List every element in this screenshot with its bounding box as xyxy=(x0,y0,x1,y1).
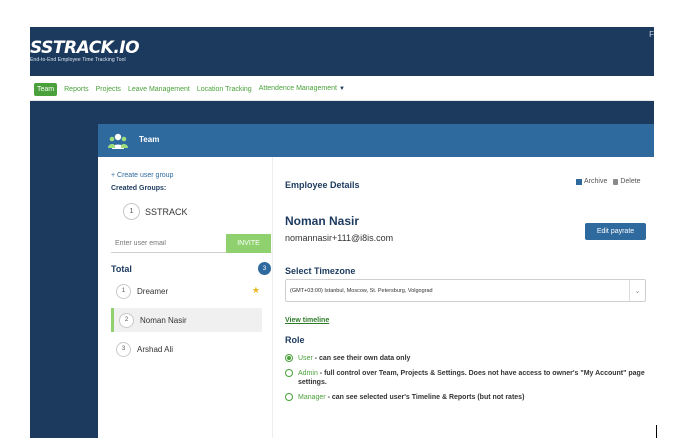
created-groups-label: Created Groups: xyxy=(111,185,167,192)
delete-label: Delete xyxy=(620,178,641,185)
total-label: Total xyxy=(111,264,132,274)
member-item-noman-nasir[interactable]: 2 Noman Nasir xyxy=(111,308,262,332)
group-item[interactable]: 1 SSTRACK xyxy=(123,203,188,220)
chevron-down-icon: ▼ xyxy=(338,86,345,92)
logo[interactable]: SSTRACK.IO xyxy=(30,39,140,57)
role-description: - full control over Team, Projects & Set… xyxy=(298,370,645,386)
text-cursor xyxy=(656,425,657,438)
timezone-value: (GMT+03:00) Istanbul, Moscow, St. Peters… xyxy=(290,287,433,294)
member-item-dreamer[interactable]: 1 Dreamer ★ xyxy=(111,279,262,303)
panel-header: Team xyxy=(98,124,654,157)
role-radio-admin[interactable] xyxy=(285,369,293,377)
nav-team[interactable]: Team xyxy=(34,82,58,96)
employee-details-heading: Employee Details xyxy=(285,180,360,190)
archive-label: Archive xyxy=(584,178,608,185)
role-description: - can see their own data only xyxy=(312,355,411,362)
member-number: 3 xyxy=(116,341,131,357)
member-name: Arshad Ali xyxy=(137,344,174,354)
nav-projects[interactable]: Projects xyxy=(96,83,121,96)
create-user-group-link[interactable]: + Create user group xyxy=(111,172,173,179)
member-item-arshad-ali[interactable]: 3 Arshad Ali xyxy=(111,337,262,361)
top-header: SSTRACK.IO End-to-End Employee Time Trac… xyxy=(30,27,654,76)
nav-attendance-management[interactable]: Attendence Management ▼ xyxy=(259,82,345,96)
star-icon: ★ xyxy=(251,285,260,295)
invite-form: INVITE xyxy=(111,234,271,253)
logo-tagline: End-to-End Employee Time Tracking Tool xyxy=(30,57,126,63)
role-radio-user[interactable] xyxy=(285,354,293,362)
employee-actions: Archive Delete xyxy=(576,178,641,185)
role-option-manager[interactable]: Manager - can see selected user's Timeli… xyxy=(285,393,524,402)
team-icon xyxy=(108,133,128,149)
left-column: + Create user group Created Groups: 1 SS… xyxy=(98,157,273,438)
role-name: User xyxy=(298,355,313,362)
archive-button[interactable]: Archive xyxy=(576,178,607,185)
timezone-select[interactable]: (GMT+03:00) Istanbul, Moscow, St. Peters… xyxy=(285,279,646,302)
team-panel: Team + Create user group Created Groups:… xyxy=(98,124,654,438)
app-root: SSTRACK.IO End-to-End Employee Time Trac… xyxy=(0,0,680,446)
main-nav: Team Reports Projects Leave Management L… xyxy=(30,76,654,101)
nav-attendance-label: Attendence Management xyxy=(258,85,337,92)
view-timeline-link[interactable]: View timeline xyxy=(285,317,329,324)
invite-button[interactable]: INVITE xyxy=(226,234,271,253)
timezone-heading: Select Timezone xyxy=(285,266,356,276)
nav-reports[interactable]: Reports xyxy=(64,83,89,96)
archive-icon xyxy=(576,178,582,185)
nav-location-tracking[interactable]: Location Tracking xyxy=(197,83,252,96)
right-column: Employee Details Archive Delete Noman Na… xyxy=(273,157,654,438)
member-number: 2 xyxy=(119,312,134,328)
group-number: 1 xyxy=(123,203,140,220)
role-radio-manager[interactable] xyxy=(285,393,293,401)
member-name: Dreamer xyxy=(137,286,169,296)
trash-icon xyxy=(613,178,619,185)
nav-leave-management[interactable]: Leave Management xyxy=(128,83,190,96)
role-description: - can see selected user's Timeline & Rep… xyxy=(325,394,525,401)
role-option-admin[interactable]: Admin - full control over Team, Projects… xyxy=(285,369,650,387)
member-name: Noman Nasir xyxy=(140,315,187,325)
employee-email: nomannasir+111@i8is.com xyxy=(285,233,394,243)
header-corner-text: F xyxy=(649,30,654,39)
role-name: Manager xyxy=(298,394,326,401)
role-option-user[interactable]: User - can see their own data only xyxy=(285,354,410,363)
member-number: 1 xyxy=(116,283,131,299)
employee-name: Noman Nasir xyxy=(285,214,360,228)
delete-button[interactable]: Delete xyxy=(613,178,641,185)
group-name: SSTRACK xyxy=(145,206,188,217)
edit-payrate-button[interactable]: Edit payrate xyxy=(585,223,646,240)
role-heading: Role xyxy=(285,335,305,345)
total-count-badge: 3 xyxy=(258,262,271,275)
panel-title: Team xyxy=(139,135,160,144)
chevron-down-icon: ⌄ xyxy=(629,280,645,301)
role-name: Admin xyxy=(298,370,318,377)
email-field[interactable] xyxy=(111,234,226,253)
